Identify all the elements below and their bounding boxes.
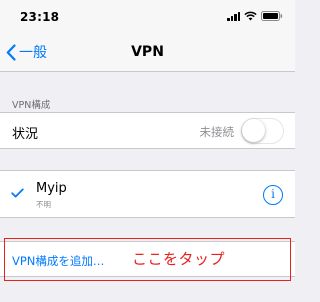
vpn-config-subtitle: 不明 (36, 200, 51, 209)
status-bar: 23:18 (0, 0, 295, 34)
info-icon[interactable]: i (263, 185, 283, 205)
battery-icon (261, 11, 283, 21)
wifi-icon (244, 11, 257, 21)
navigation-bar: 一般 VPN (0, 34, 295, 72)
vpn-toggle[interactable] (241, 118, 284, 144)
vpn-config-name: Myip (36, 181, 67, 196)
status-icons (227, 11, 283, 21)
status-value: 未接続 (199, 125, 235, 139)
page-title: VPN (131, 44, 164, 60)
vpn-status-row: 状況 未接続 (0, 112, 295, 149)
checkmark-icon (11, 188, 24, 198)
status-label: 状況 (12, 127, 39, 142)
vpn-config-item[interactable]: Myip 不明 i (0, 170, 295, 218)
signal-icon (227, 11, 240, 21)
section-header-vpn-config: VPN構成 (12, 100, 51, 111)
status-time: 23:18 (20, 10, 60, 24)
annotation-text: ここをタップ (132, 250, 226, 268)
toggle-knob (242, 119, 265, 142)
